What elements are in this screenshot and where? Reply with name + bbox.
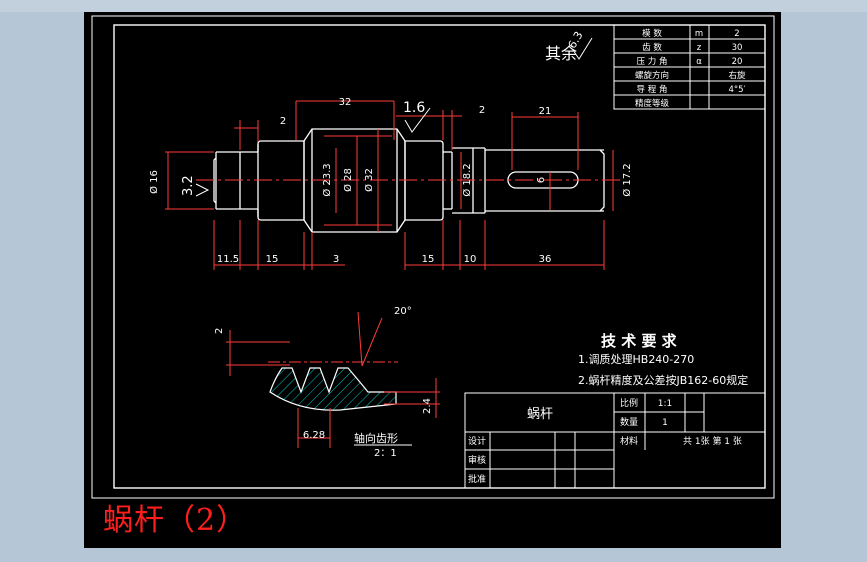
param-symbol: α [696,57,702,67]
dim-bottom: 15 [422,254,435,265]
param-name: 导 程 角 [637,84,668,95]
tooth-angle: 20° [394,306,412,317]
dim-diameter: Ø 23.3 [321,163,333,196]
scale-label: 比例 [620,397,638,409]
dim-bottom: 15 [266,254,279,265]
dim-bottom: 10 [464,254,477,265]
material-label: 材料 [620,435,638,447]
dim-diameter: Ø 17.2 [621,163,633,196]
qty-label: 数量 [620,416,638,428]
dim-top: 21 [539,106,552,117]
dim-diameter: Ø 16 [148,170,160,194]
tooth-pitch: 6.28 [303,430,325,441]
tech-req-title: 技 术 要 求 [601,332,678,350]
image-caption: 蜗杆（2） [103,503,248,538]
worm-shaft-drawing: 模 数 m 2 齿 数 z 30 压 力 角 α 20 螺旋方向 右旋 导 程 … [91,15,775,499]
param-name: 模 数 [642,28,662,39]
part-name: 蜗杆 [527,406,553,422]
parameter-table [613,24,766,110]
param-value: 2 [734,29,739,39]
roughness-symbol [195,183,210,197]
dim-top: 2 [479,105,485,116]
dim-diameter: Ø 18.2 [461,163,473,196]
scale-value: 1:1 [658,399,672,409]
qty-value: 1 [662,418,668,428]
tooth-profile-detail [268,361,398,411]
param-value: 20 [732,57,743,67]
roughness-value: 1.6 [403,100,425,116]
dim-bottom: 36 [539,254,552,265]
param-name: 螺旋方向 [635,70,669,81]
param-value: 30 [732,43,743,53]
tech-req-item: 2.蜗杆精度及公差按JB162-60规定 [578,373,748,387]
dim-diameter: 6 [536,177,547,183]
tech-req-item: 1.调质处理HB240-270 [578,353,694,366]
approver-label: 批准 [468,473,486,485]
dim-bottom: 11.5 [217,254,239,265]
sheet-count: 共 1张 第 1 张 [683,435,742,447]
param-symbol: z [697,43,702,53]
tooth-scale: 2：1 [374,448,397,459]
dim-bottom: 3 [333,254,339,265]
tooth-height: 2 [214,328,225,334]
param-name: 齿 数 [642,42,662,53]
dim-top: 32 [339,97,352,108]
reviewer-label: 审核 [468,454,486,466]
param-name: 压 力 角 [637,56,668,67]
tooth-profile-label: 轴向齿形 [354,431,398,445]
designer-label: 设计 [468,435,486,447]
dim-diameter: Ø 28 [342,168,354,192]
param-value: 4°5′ [729,85,746,95]
dim-top: 2 [280,116,286,127]
roughness-value: 3.2 [181,175,196,196]
dim-diameter: Ø 32 [363,168,375,192]
param-value: 右旋 [728,70,746,81]
tooth-depth: 2.4 [422,398,433,414]
param-name: 精度等级 [635,98,670,109]
dimension-lines [165,100,614,270]
param-symbol: m [695,29,703,39]
